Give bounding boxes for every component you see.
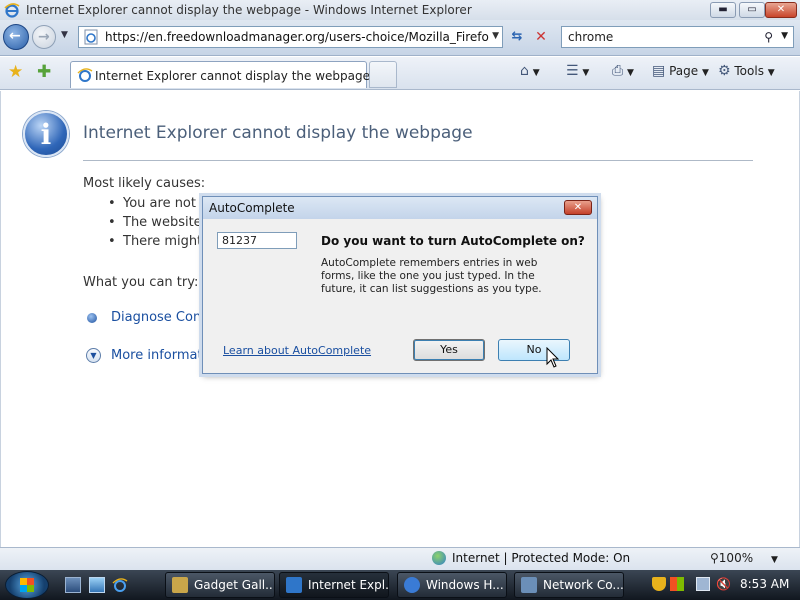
taskbar-button-label: Gadget Gall... bbox=[194, 578, 275, 592]
diagnose-connection-link[interactable]: Diagnose Conn bbox=[111, 310, 209, 325]
tab-current[interactable]: Internet Explorer cannot display the web… bbox=[70, 61, 370, 88]
search-icon[interactable]: ⚲ bbox=[764, 30, 773, 44]
divider bbox=[83, 160, 753, 161]
tools-menu-button[interactable]: ⚙ Tools ▼ bbox=[718, 63, 775, 79]
feeds-button[interactable]: ☰ ▼ bbox=[566, 63, 589, 79]
cause-item: There might b bbox=[108, 234, 215, 249]
address-url[interactable]: https://en.freedownloadmanager.org/users… bbox=[105, 30, 489, 44]
volume-muted-icon[interactable]: 🔇 bbox=[716, 577, 731, 591]
security-shield-icon[interactable] bbox=[652, 577, 666, 591]
dialog-title: AutoComplete bbox=[209, 201, 295, 215]
forward-button[interactable]: → bbox=[32, 25, 56, 49]
tab-page-icon bbox=[77, 68, 93, 82]
gadget-gallery-icon bbox=[172, 577, 188, 593]
home-button[interactable]: ⌂ ▼ bbox=[520, 63, 540, 79]
show-desktop-icon[interactable] bbox=[65, 577, 81, 593]
dialog-title-bar[interactable]: AutoComplete ✕ bbox=[203, 197, 597, 219]
page-title: Internet Explorer cannot display the web… bbox=[83, 123, 473, 143]
zoom-level[interactable]: ⚲100% ▼ bbox=[710, 551, 778, 565]
window-title-bar[interactable]: Internet Explorer cannot display the web… bbox=[0, 0, 800, 20]
status-bar: Internet | Protected Mode: On ⚲100% ▼ bbox=[0, 547, 800, 570]
window-title: Internet Explorer cannot display the web… bbox=[26, 3, 472, 17]
more-information-link[interactable]: More informati bbox=[111, 348, 206, 363]
help-icon bbox=[404, 577, 420, 593]
yes-button[interactable]: Yes bbox=[413, 339, 485, 361]
page-menu-label: Page bbox=[669, 64, 699, 78]
zone-label: Internet | Protected Mode: On bbox=[452, 551, 631, 565]
clock[interactable]: 8:53 AM bbox=[740, 577, 789, 591]
back-button[interactable]: ← bbox=[3, 24, 29, 50]
switch-windows-icon[interactable] bbox=[89, 577, 105, 593]
back-arrow-icon: ← bbox=[9, 28, 21, 44]
search-options-dropdown-icon[interactable]: ▼ bbox=[781, 31, 788, 41]
tools-gear-icon: ⚙ bbox=[718, 63, 731, 79]
zoom-label: 100% bbox=[718, 551, 754, 565]
navigation-bar: ← → ▼ https://en.freedownloadmanager.org… bbox=[0, 20, 800, 56]
new-tab-button[interactable] bbox=[369, 61, 397, 88]
windows-update-icon[interactable] bbox=[670, 577, 684, 591]
page-icon bbox=[84, 29, 98, 45]
stop-button[interactable]: ✕ bbox=[530, 26, 552, 48]
taskbar-button-gadget-gallery[interactable]: Gadget Gall... bbox=[165, 572, 275, 598]
network-tray-icon[interactable] bbox=[696, 577, 710, 591]
info-icon: i bbox=[23, 111, 69, 157]
add-to-favorites-icon[interactable]: ✚ bbox=[37, 62, 51, 82]
maximize-button[interactable]: ▭ bbox=[739, 2, 765, 18]
page-menu-icon: ▤ bbox=[652, 63, 666, 79]
print-button[interactable]: ⎙ ▼ bbox=[612, 63, 634, 79]
typed-entry-field: 81237 bbox=[217, 232, 297, 249]
taskbar-button-label: Windows H... bbox=[426, 578, 504, 592]
taskbar-button-network-connections[interactable]: Network Co... bbox=[514, 572, 624, 598]
globe-icon bbox=[432, 551, 446, 565]
cause-item: The website i bbox=[108, 215, 209, 230]
search-box[interactable]: chrome ⚲ ▼ bbox=[561, 26, 794, 48]
minimize-button[interactable]: ▬ bbox=[710, 2, 736, 18]
ie-logo-icon bbox=[4, 3, 20, 18]
address-dropdown-icon[interactable]: ▼ bbox=[492, 31, 499, 41]
favorites-center-star-icon[interactable]: ★ bbox=[8, 62, 23, 82]
rss-feed-icon: ☰ bbox=[566, 63, 579, 79]
tab-label: Internet Explorer cannot display the web… bbox=[95, 69, 370, 83]
search-input[interactable]: chrome bbox=[568, 30, 613, 44]
taskbar-button-windows-help[interactable]: Windows H... bbox=[397, 572, 507, 598]
causes-heading: Most likely causes: bbox=[83, 176, 206, 191]
start-button[interactable] bbox=[5, 571, 49, 599]
expand-chevron-down-icon[interactable]: ▼ bbox=[86, 348, 101, 363]
dialog-close-button[interactable]: ✕ bbox=[564, 200, 592, 215]
close-button[interactable]: ✕ bbox=[765, 2, 797, 18]
ie-icon bbox=[286, 577, 302, 593]
mouse-cursor-icon bbox=[546, 347, 560, 368]
ie-quicklaunch-icon[interactable] bbox=[112, 577, 128, 593]
tools-menu-label: Tools bbox=[734, 64, 764, 78]
diagnose-bullet-icon bbox=[87, 313, 97, 323]
address-bar[interactable]: https://en.freedownloadmanager.org/users… bbox=[78, 26, 503, 48]
zoom-dropdown-icon[interactable]: ▼ bbox=[771, 555, 778, 565]
security-zone[interactable]: Internet | Protected Mode: On bbox=[432, 551, 630, 565]
page-menu-button[interactable]: ▤ Page ▼ bbox=[652, 63, 709, 79]
network-icon bbox=[521, 577, 537, 593]
autocomplete-dialog: AutoComplete ✕ 81237 Do you want to turn… bbox=[202, 196, 598, 374]
command-bar: ★ ✚ Internet Explorer cannot display the… bbox=[0, 57, 800, 90]
zoom-magnifier-icon: ⚲ bbox=[710, 551, 719, 565]
taskbar-button-label: Internet Expl... bbox=[308, 578, 389, 592]
home-icon: ⌂ bbox=[520, 63, 529, 79]
refresh-button[interactable]: ⇆ bbox=[506, 26, 528, 48]
try-heading: What you can try: bbox=[83, 275, 199, 290]
recent-pages-dropdown-icon[interactable]: ▼ bbox=[61, 30, 68, 40]
taskbar: Gadget Gall... Internet Expl... Windows … bbox=[0, 570, 800, 600]
dialog-question: Do you want to turn AutoComplete on? bbox=[321, 234, 585, 248]
windows-logo-icon bbox=[20, 578, 34, 592]
dialog-description: AutoComplete remembers entries in web fo… bbox=[321, 257, 542, 295]
refresh-icon: ⇆ bbox=[511, 29, 523, 44]
learn-about-autocomplete-link[interactable]: Learn about AutoComplete bbox=[223, 344, 371, 357]
printer-icon: ⎙ bbox=[612, 63, 624, 79]
forward-arrow-icon: → bbox=[38, 29, 50, 45]
taskbar-button-label: Network Co... bbox=[543, 578, 624, 592]
stop-icon: ✕ bbox=[535, 29, 547, 45]
cause-item: You are not c bbox=[108, 196, 207, 211]
close-icon: ✕ bbox=[573, 202, 583, 213]
taskbar-button-internet-explorer[interactable]: Internet Expl... bbox=[279, 572, 389, 598]
